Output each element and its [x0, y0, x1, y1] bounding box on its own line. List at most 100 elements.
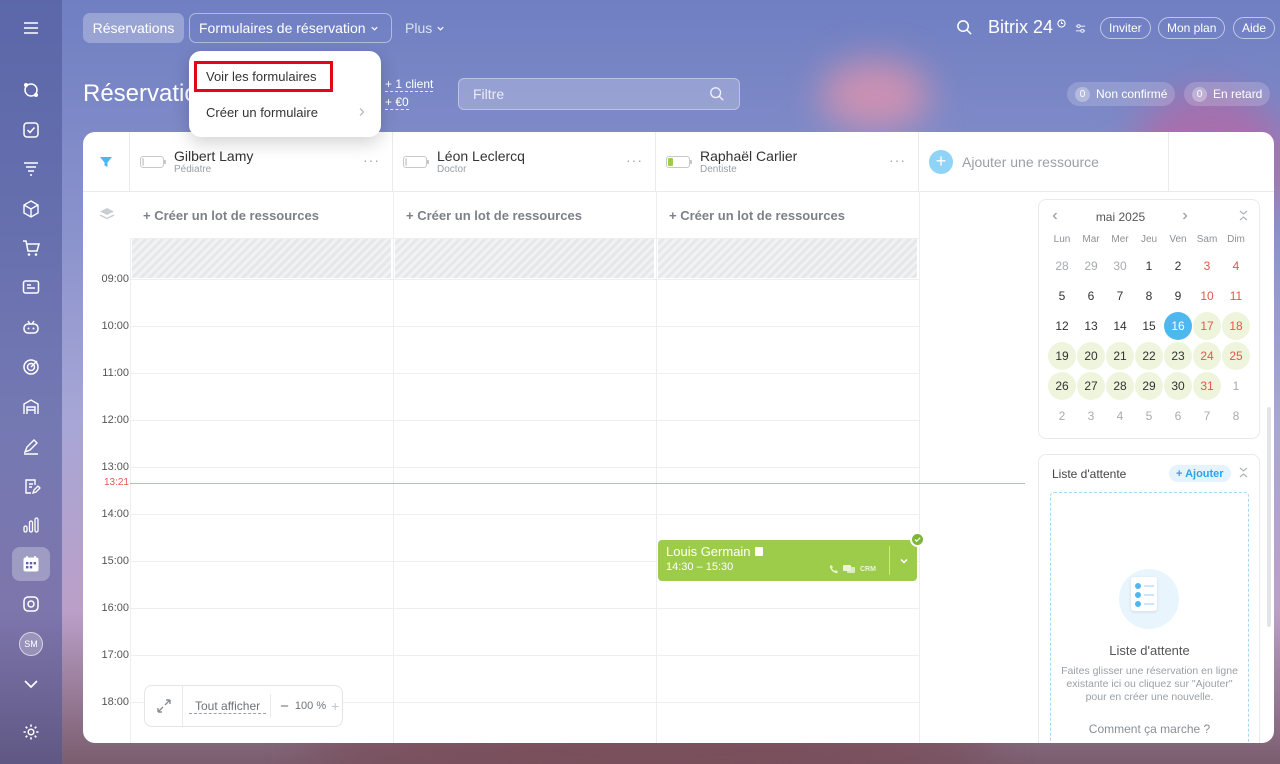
view-forms-menu-item[interactable]: Voir les formulaires	[194, 61, 333, 92]
warehouse-icon[interactable]	[12, 390, 50, 424]
menu-icon[interactable]	[12, 11, 50, 45]
document-edit-icon[interactable]	[12, 469, 50, 503]
calendar-day[interactable]: 2	[1164, 252, 1192, 280]
resource-column-header[interactable]: Raphaël Carlier Dentiste ···	[656, 132, 919, 191]
calendar-day[interactable]: 15	[1135, 312, 1163, 340]
brand-logo[interactable]: Bitrix 24	[988, 17, 1087, 38]
stat-clients[interactable]: + 1 client	[385, 77, 434, 92]
calendar-day[interactable]: 27	[1077, 372, 1105, 400]
my-plan-button[interactable]: Mon plan	[1158, 17, 1226, 39]
calendar-day[interactable]: 2	[1048, 402, 1076, 430]
calendar-day[interactable]: 30	[1164, 372, 1192, 400]
calendar-day[interactable]: 12	[1048, 312, 1076, 340]
zoom-in-button[interactable]: +	[331, 698, 339, 714]
calendar-day[interactable]: 28	[1048, 252, 1076, 280]
tab-reservations[interactable]: Réservations	[83, 13, 184, 43]
phone-icon[interactable]	[829, 564, 839, 574]
tab-booking-forms[interactable]: Formulaires de réservation	[189, 13, 392, 43]
calendar-day[interactable]: 26	[1048, 372, 1076, 400]
unconfirmed-counter[interactable]: 0 Non confirmé	[1067, 82, 1176, 106]
user-avatar[interactable]: SM	[12, 627, 50, 661]
calendar-day[interactable]: 23	[1164, 342, 1192, 370]
calendar-day[interactable]: 13	[1077, 312, 1105, 340]
calendar-day[interactable]: 6	[1077, 282, 1105, 310]
collapse-icon[interactable]	[1238, 467, 1249, 478]
copilot-robot-icon[interactable]	[12, 310, 50, 344]
calendar-day[interactable]: 7	[1106, 282, 1134, 310]
calendar-day[interactable]: 7	[1193, 402, 1221, 430]
calendar-day[interactable]: 14	[1106, 312, 1134, 340]
sign-pen-icon[interactable]	[12, 429, 50, 463]
calendar-day[interactable]: 5	[1135, 402, 1163, 430]
feed-icon[interactable]	[12, 73, 50, 107]
calendar-day[interactable]: 10	[1193, 282, 1221, 310]
scrollbar[interactable]	[1267, 407, 1271, 627]
booking-calendar-icon[interactable]	[12, 547, 50, 581]
calendar-day[interactable]: 17	[1193, 312, 1221, 340]
calendar-day[interactable]: 4	[1106, 402, 1134, 430]
resource-column-header[interactable]: Léon Leclercq Doctor ···	[393, 132, 656, 191]
more-dots-icon[interactable]: ···	[626, 152, 643, 168]
calendar-day[interactable]: 3	[1077, 402, 1105, 430]
calendar-day[interactable]: 1	[1135, 252, 1163, 280]
late-counter[interactable]: 0 En retard	[1184, 82, 1271, 106]
calendar-day[interactable]: 29	[1077, 252, 1105, 280]
calendar-day[interactable]: 29	[1135, 372, 1163, 400]
crm-funnel-icon[interactable]	[12, 152, 50, 186]
catalog-box-icon[interactable]	[12, 192, 50, 226]
calendar-day[interactable]: 9	[1164, 282, 1192, 310]
calendar-day[interactable]: 19	[1048, 342, 1076, 370]
show-all-button[interactable]: Tout afficher	[189, 699, 267, 714]
zoom-out-button[interactable]: −	[280, 698, 289, 715]
calendar-day[interactable]: 6	[1164, 402, 1192, 430]
calendar-day[interactable]: 30	[1106, 252, 1134, 280]
create-lot-button[interactable]: + Créer un lot de ressources	[656, 200, 845, 230]
help-button[interactable]: Aide	[1233, 17, 1276, 39]
calendar-day[interactable]: 3	[1193, 252, 1221, 280]
calendar-day[interactable]: 20	[1077, 342, 1105, 370]
settings-sliders-icon[interactable]	[1074, 22, 1087, 35]
waiting-list-add-button[interactable]: + Ajouter	[1169, 465, 1231, 482]
calendar-day[interactable]: 16	[1164, 312, 1192, 340]
calendar-day[interactable]: 31	[1193, 372, 1221, 400]
filter-funnel-button[interactable]	[83, 132, 130, 191]
expand-button[interactable]	[145, 686, 183, 726]
how-it-works-link[interactable]: Comment ça marche ?	[1051, 722, 1248, 736]
calendar-day[interactable]: 1	[1222, 372, 1250, 400]
analytics-bars-icon[interactable]	[12, 508, 50, 542]
calendar-day[interactable]: 8	[1135, 282, 1163, 310]
calendar-day[interactable]: 18	[1222, 312, 1250, 340]
calendar-day[interactable]: 21	[1106, 342, 1134, 370]
calendar-day[interactable]: 28	[1106, 372, 1134, 400]
chevron-down-icon[interactable]	[12, 667, 50, 701]
tab-more[interactable]: Plus	[396, 13, 454, 43]
contact-card-icon[interactable]	[12, 270, 50, 304]
waiting-list-dropzone[interactable]: Liste d'attente Faites glisser une réser…	[1050, 492, 1249, 743]
create-form-menu-item[interactable]: Créer un formulaire	[206, 103, 366, 121]
collapse-icon[interactable]	[1238, 210, 1249, 221]
stat-amount[interactable]: + €0	[385, 95, 409, 110]
calendar-day[interactable]: 11	[1222, 282, 1250, 310]
add-resource-button[interactable]: + Ajouter une ressource	[919, 132, 1169, 191]
invite-button[interactable]: Inviter	[1100, 17, 1151, 39]
shop-cart-icon[interactable]	[12, 231, 50, 265]
calendar-day[interactable]: 24	[1193, 342, 1221, 370]
online-booking-icon[interactable]	[12, 587, 50, 621]
calendar-day[interactable]: 8	[1222, 402, 1250, 430]
calendar-day[interactable]: 22	[1135, 342, 1163, 370]
more-dots-icon[interactable]: ···	[363, 152, 380, 168]
search-icon[interactable]	[709, 86, 725, 102]
resource-column-header[interactable]: Gilbert Lamy Pédiatre ···	[130, 132, 393, 191]
create-lot-button[interactable]: + Créer un lot de ressources	[130, 200, 319, 230]
more-dots-icon[interactable]: ···	[889, 152, 906, 168]
calendar-day[interactable]: 4	[1222, 252, 1250, 280]
chat-icon[interactable]	[843, 564, 856, 574]
settings-gear-icon[interactable]	[12, 715, 50, 749]
chevron-right-icon[interactable]	[1180, 211, 1190, 221]
filter-input[interactable]: Filtre	[458, 78, 740, 110]
tasks-icon[interactable]	[12, 113, 50, 147]
create-lot-button[interactable]: + Créer un lot de ressources	[393, 200, 582, 230]
booking-card[interactable]: Louis Germain 14:30 – 15:30 CRM	[658, 540, 917, 581]
crm-badge[interactable]: CRM	[860, 566, 876, 573]
booking-expand-button[interactable]	[889, 546, 917, 575]
